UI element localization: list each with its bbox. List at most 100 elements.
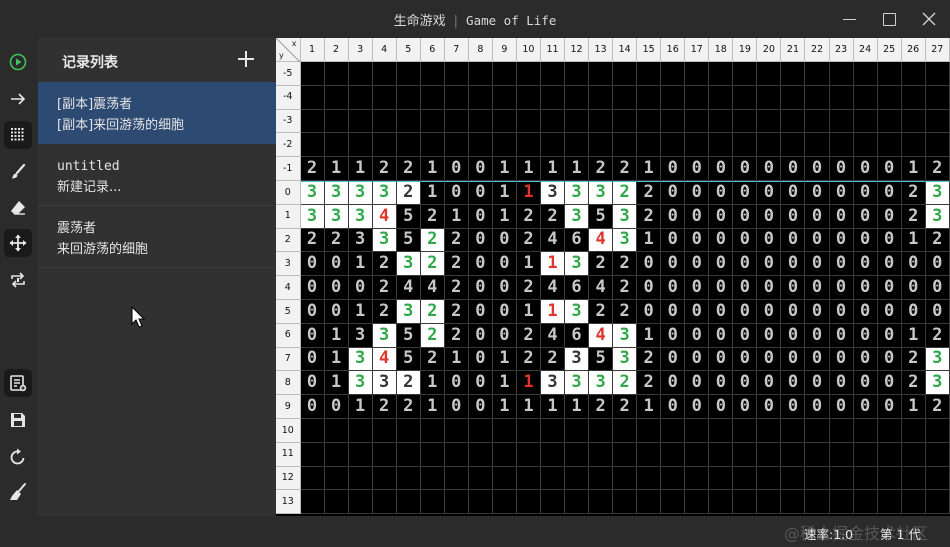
grid-cell[interactable] [901,442,926,467]
grid-cell[interactable] [372,466,397,491]
live-cell[interactable]: 3 [348,204,373,229]
grid-cell[interactable]: 0 [877,323,902,348]
grid-cell[interactable]: 1 [444,204,469,229]
cell-grid[interactable]: x y 1 2 3 4 5 6 7 8 9 10 11 12 13 14 15 16 17 18 19 20 21 22 23 2… [276,38,950,515]
grid-cell[interactable] [444,418,469,443]
grid-cell[interactable]: 0 [757,228,782,253]
grid-cell[interactable]: 0 [781,157,806,181]
grid-cell[interactable]: 0 [444,157,469,181]
grid-cell[interactable]: 1 [420,395,445,419]
live-cell[interactable]: 4 [589,228,614,253]
live-cell[interactable]: 4 [372,347,397,372]
grid-cell[interactable]: 6 [565,276,590,300]
grid-cell[interactable] [396,466,421,491]
grid-cell[interactable]: 0 [877,180,902,205]
grid-cell[interactable]: 1 [444,347,469,372]
clear-button[interactable] [4,478,32,506]
grid-cell[interactable]: 0 [829,204,854,229]
grid-cell[interactable] [348,109,373,134]
grid-cell[interactable]: 2 [516,204,541,229]
grid-cell[interactable] [925,490,950,515]
grid-cell[interactable]: 0 [661,252,686,277]
grid-cell[interactable] [829,109,854,134]
grid-cell[interactable]: 0 [781,276,806,300]
grid-cell[interactable]: 1 [540,395,566,419]
save-to-record-button[interactable] [4,369,32,397]
grid-cell[interactable]: 1 [540,157,566,181]
live-cell[interactable]: 3 [300,180,325,205]
live-cell[interactable]: 3 [540,371,566,396]
grid-cell[interactable]: 0 [685,371,710,396]
live-cell[interactable]: 3 [565,347,590,372]
grid-cell[interactable] [540,490,566,515]
grid-cell[interactable] [661,442,686,467]
grid-cell[interactable]: 0 [709,371,734,396]
grid-cell[interactable] [396,490,421,515]
live-cell[interactable]: 2 [396,180,421,205]
grid-cell[interactable]: 0 [829,299,854,324]
grid-cell[interactable]: 0 [300,371,325,396]
grid-cell[interactable]: 0 [877,252,902,277]
grid-cell[interactable] [805,490,830,515]
grid-cell[interactable]: 1 [901,228,926,253]
grid-cell[interactable]: 1 [348,395,373,419]
grid-cell[interactable]: 0 [853,371,878,396]
grid-cell[interactable]: 0 [805,347,830,372]
grid-cell[interactable]: 0 [877,395,902,419]
grid-cell[interactable]: 0 [853,157,878,181]
grid-cell[interactable] [565,418,590,443]
grid-cell[interactable]: 0 [468,371,493,396]
grid-cell[interactable] [372,62,397,86]
grid-cell[interactable]: 1 [492,180,517,205]
grid-cell[interactable]: 2 [613,299,638,324]
grid-cell[interactable]: 0 [709,204,734,229]
live-cell[interactable]: 3 [925,180,950,205]
grid-cell[interactable]: 0 [781,347,806,372]
reset-button[interactable] [4,443,32,471]
grid-cell[interactable]: 2 [901,204,926,229]
grid-cell[interactable]: 1 [516,395,541,419]
grid-cell[interactable] [300,109,325,134]
grid-cell[interactable]: 0 [685,204,710,229]
live-cell[interactable]: 3 [613,228,638,253]
grid-cell[interactable] [853,418,878,443]
grid-cell[interactable]: 0 [925,252,950,277]
grid-cell[interactable]: 0 [300,347,325,372]
grid-cell[interactable] [420,62,445,86]
grid-cell[interactable] [925,62,950,86]
live-cell[interactable]: 4 [372,204,397,229]
grid-cell[interactable]: 0 [757,299,782,324]
grid-cell[interactable] [709,490,734,515]
grid-cell[interactable] [613,85,638,110]
live-cell[interactable]: 3 [925,204,950,229]
grid-cell[interactable]: 2 [925,157,950,181]
record-item[interactable]: [副本]震荡者 [副本]来回游荡的细胞 [38,82,276,144]
grid-cell[interactable] [829,490,854,515]
grid-cell[interactable]: 0 [709,228,734,253]
grid-cell[interactable]: 0 [300,276,325,300]
grid-cell[interactable] [444,109,469,134]
grid-cell[interactable]: 4 [540,228,566,253]
grid-cell[interactable] [637,418,662,443]
grid-cell[interactable]: 0 [901,299,926,324]
grid-cell[interactable]: 0 [853,299,878,324]
grid-cell[interactable]: 2 [324,228,349,253]
brush-button[interactable] [4,158,32,186]
grid-cell[interactable] [372,418,397,443]
grid-cell[interactable]: 0 [300,323,325,348]
live-cell[interactable]: 3 [565,180,590,205]
grid-cell[interactable] [925,109,950,134]
grid-cell[interactable] [685,418,710,443]
grid-cell[interactable] [420,133,445,158]
grid-cell[interactable]: 0 [733,299,758,324]
grid-cell[interactable] [733,109,758,134]
grid-cell[interactable] [420,109,445,134]
live-cell[interactable]: 3 [540,180,566,205]
grid-cell[interactable] [925,418,950,443]
live-cell[interactable]: 3 [348,347,373,372]
grid-cell[interactable] [516,490,541,515]
grid-cell[interactable] [468,418,493,443]
grid-cell[interactable]: 0 [805,299,830,324]
grid-cell[interactable]: 0 [685,180,710,205]
grid-cell[interactable]: 0 [853,323,878,348]
